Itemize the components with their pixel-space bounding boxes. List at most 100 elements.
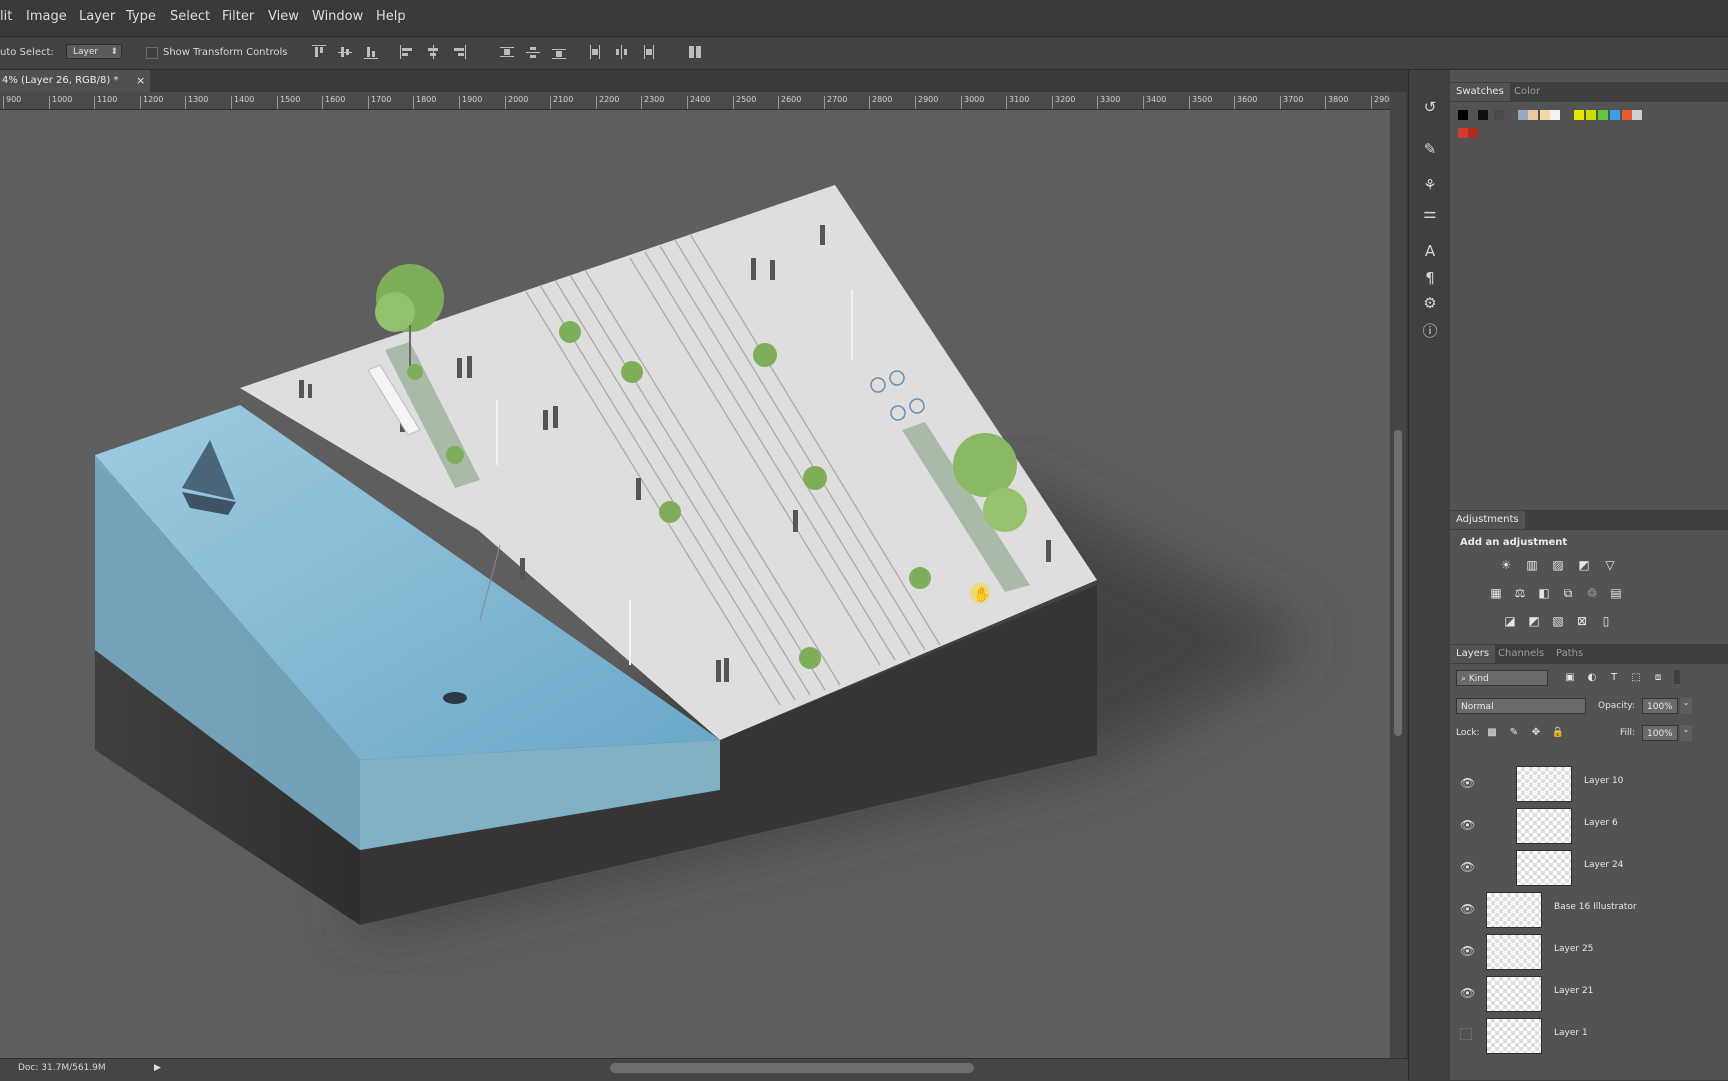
distribute-hcenter-icon[interactable] [614, 45, 628, 59]
distribute-right-icon[interactable] [640, 45, 654, 59]
filter-smart-object-icon[interactable]: ⧈ [1650, 671, 1666, 685]
menu-layer[interactable]: Layer [79, 9, 115, 24]
invert-icon[interactable]: ◪ [1502, 614, 1518, 628]
brush-presets-icon[interactable]: ✎ [1419, 138, 1441, 160]
menu-help[interactable]: Help [376, 9, 406, 24]
levels-icon[interactable]: ▥ [1524, 558, 1540, 572]
black-white-icon[interactable]: ◧ [1536, 586, 1552, 600]
swatch[interactable] [1598, 110, 1608, 120]
tab-channels[interactable]: Channels [1492, 645, 1550, 663]
tab-paths[interactable]: Paths [1550, 645, 1589, 663]
show-transform-checkbox[interactable] [146, 47, 158, 59]
align-left-icon[interactable] [400, 45, 414, 59]
swatch[interactable] [1586, 110, 1596, 120]
eye-icon[interactable]: 👁 [1460, 986, 1475, 1000]
eye-icon[interactable]: 👁 [1460, 902, 1475, 916]
visibility-empty-icon[interactable] [1460, 1028, 1472, 1040]
opacity-dropdown-arrow[interactable]: ⌄ [1680, 698, 1692, 714]
swatch[interactable] [1528, 110, 1538, 120]
swatch[interactable] [1540, 110, 1550, 120]
menu-type[interactable]: Type [126, 9, 156, 24]
tab-color[interactable]: Color [1508, 83, 1546, 101]
filter-toggle[interactable] [1674, 670, 1680, 684]
distribute-vcenter-icon[interactable] [526, 45, 540, 59]
auto-align-icon[interactable] [688, 45, 702, 59]
posterize-icon[interactable]: ◩ [1526, 614, 1542, 628]
filter-type-icon[interactable]: T [1606, 671, 1622, 685]
vibrance-icon[interactable]: ▽ [1602, 558, 1618, 572]
eye-icon[interactable]: 👁 [1460, 944, 1475, 958]
layer-row[interactable]: Layer 1 [1450, 1014, 1728, 1054]
swatch[interactable] [1468, 128, 1478, 138]
distribute-left-icon[interactable] [588, 45, 602, 59]
swatch[interactable] [1610, 110, 1620, 120]
align-top-icon[interactable] [312, 45, 326, 59]
menu-window[interactable]: Window [312, 9, 363, 24]
selective-color-icon[interactable]: ⊠ [1574, 614, 1590, 628]
layer-row[interactable]: 👁 Layer 10 [1450, 762, 1728, 805]
layer-row[interactable]: 👁 Base 16 Illustrator [1450, 888, 1728, 931]
status-menu-arrow[interactable]: ▶ [154, 1063, 161, 1073]
layer-row[interactable]: 👁 Layer 25 [1450, 930, 1728, 973]
swatch[interactable] [1458, 128, 1468, 138]
history-icon[interactable]: ↺ [1419, 96, 1441, 118]
brightness-icon[interactable]: ☀ [1498, 558, 1514, 572]
swatch[interactable] [1458, 110, 1468, 120]
fill-input[interactable]: 100% [1642, 725, 1678, 741]
filter-shape-icon[interactable]: ⬚ [1628, 671, 1644, 685]
swatch[interactable] [1550, 110, 1560, 120]
filter-pixel-icon[interactable]: ▣ [1562, 671, 1578, 685]
vertical-scroll-thumb[interactable] [1394, 430, 1402, 736]
opacity-input[interactable]: 100% [1642, 698, 1678, 714]
menu-filter[interactable]: Filter [222, 9, 254, 24]
menu-image[interactable]: Image [26, 9, 67, 24]
align-bottom-icon[interactable] [364, 45, 378, 59]
swatch[interactable] [1622, 110, 1632, 120]
distribute-bottom-icon[interactable] [552, 45, 566, 59]
swatch[interactable] [1632, 110, 1642, 120]
tool-presets-icon[interactable]: ⚙ [1419, 292, 1441, 314]
properties-icon[interactable]: ⚌ [1419, 202, 1441, 224]
channel-mixer-icon[interactable]: ♲ [1584, 586, 1600, 600]
swatch[interactable] [1574, 110, 1584, 120]
blend-mode-dropdown[interactable]: Normal [1456, 698, 1586, 714]
clone-source-icon[interactable]: ⚘ [1419, 174, 1441, 196]
tab-swatches[interactable]: Swatches [1450, 83, 1510, 101]
lock-image-icon[interactable]: ✎ [1506, 726, 1522, 740]
color-lookup-icon[interactable]: ▤ [1608, 586, 1624, 600]
threshold-icon[interactable]: ▧ [1550, 614, 1566, 628]
photo-filter-icon[interactable]: ⧉ [1560, 586, 1576, 600]
distribute-top-icon[interactable] [500, 45, 514, 59]
tab-layers[interactable]: Layers [1450, 645, 1496, 663]
exposure-icon[interactable]: ◩ [1576, 558, 1592, 572]
auto-select-dropdown[interactable]: Layer [66, 44, 122, 60]
close-icon[interactable]: × [136, 70, 145, 92]
filter-adjustment-icon[interactable]: ◐ [1584, 671, 1600, 685]
document-tab[interactable]: 4% (Layer 26, RGB/8) * × [0, 70, 150, 92]
paragraph-icon[interactable]: ¶ [1419, 267, 1441, 289]
lock-transparent-icon[interactable]: ▩ [1484, 726, 1500, 740]
character-icon[interactable]: A [1419, 240, 1441, 262]
menu-view[interactable]: View [268, 9, 299, 24]
info-icon[interactable]: ⓘ [1419, 320, 1441, 342]
swatch[interactable] [1494, 110, 1504, 120]
menu-edit[interactable]: lit [0, 9, 12, 24]
eye-icon[interactable]: 👁 [1460, 818, 1475, 832]
tab-adjustments[interactable]: Adjustments [1450, 511, 1525, 529]
swatch[interactable] [1518, 110, 1528, 120]
align-hcenter-icon[interactable] [426, 45, 440, 59]
eye-icon[interactable]: 👁 [1460, 776, 1475, 790]
horizontal-scroll-thumb[interactable] [610, 1063, 974, 1073]
lock-position-icon[interactable]: ✥ [1528, 726, 1544, 740]
layer-row[interactable]: 👁 Layer 24 [1450, 846, 1728, 889]
lock-all-icon[interactable]: 🔒 [1550, 726, 1566, 740]
document-canvas[interactable]: ✋ [0, 110, 1390, 1058]
menu-select[interactable]: Select [170, 9, 210, 24]
layer-row[interactable]: 👁 Layer 21 [1450, 972, 1728, 1015]
align-vcenter-icon[interactable] [338, 45, 352, 59]
hue-saturation-icon[interactable]: ▦ [1488, 586, 1504, 600]
curves-icon[interactable]: ▨ [1550, 558, 1566, 572]
fill-dropdown-arrow[interactable]: ⌄ [1680, 725, 1692, 741]
gradient-map-icon[interactable]: ▯ [1598, 614, 1614, 628]
align-right-icon[interactable] [452, 45, 466, 59]
